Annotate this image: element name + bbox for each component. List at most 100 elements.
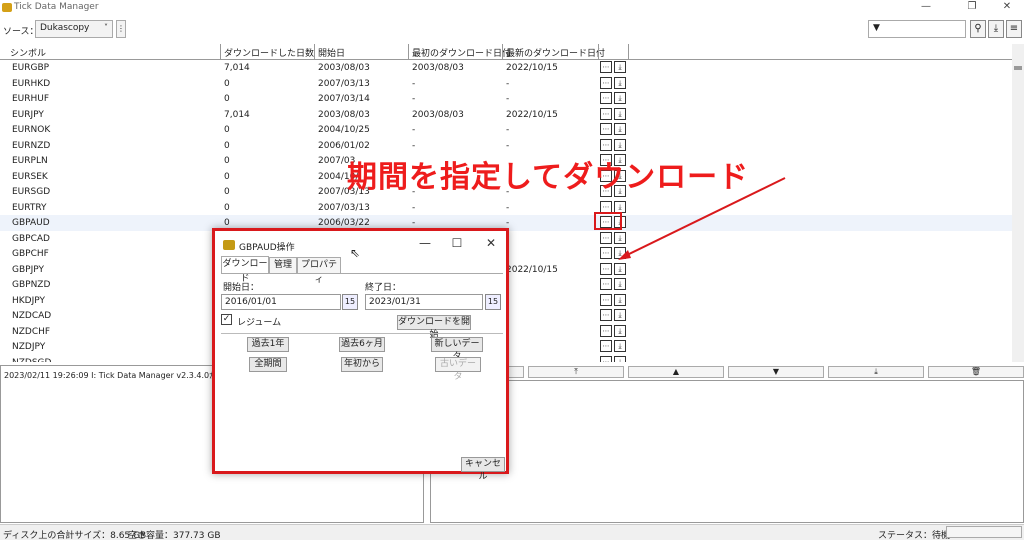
cell-start: 2003/08/03 [318, 109, 370, 120]
source-select[interactable]: Dukascopy ˅ [35, 20, 113, 38]
past-6-months-button[interactable]: 過去6ヶ月 [339, 337, 385, 352]
table-row[interactable]: EURHUF 0 2007/03/14 - - ⋯ ⤓ [0, 91, 1012, 107]
header-symbol[interactable]: シンボル [10, 46, 46, 59]
table-row[interactable]: EURGBP 7,014 2003/08/03 2003/08/03 2022/10/1… [0, 60, 1012, 76]
download-all-icon[interactable]: ⤓ [988, 20, 1004, 38]
cell-latest-dl: 2022/10/15 [506, 109, 558, 120]
dialog-minimize-icon[interactable]: — [415, 236, 435, 250]
cell-symbol: EURSGD [12, 187, 51, 197]
row-options-icon[interactable]: ⋯ [600, 309, 612, 321]
header-start[interactable]: 開始日 [318, 46, 345, 59]
cell-symbol: EURPLN [12, 156, 48, 166]
row-download-icon[interactable]: ⤓ [614, 278, 626, 290]
resume-label: レジューム [237, 318, 282, 328]
row-download-icon[interactable]: ⤓ [614, 92, 626, 104]
row-download-icon[interactable]: ⤓ [614, 293, 626, 306]
row-options-icon[interactable]: ⋯ [600, 61, 612, 73]
table-scrollbar[interactable] [1012, 44, 1024, 362]
gbpaud-dialog: GBPAUD操作 — ☐ ✕ ダウンロード 管理 プロパティ 開始日： 終了日：… [212, 228, 509, 482]
maximize-icon[interactable]: ❐ [958, 0, 986, 14]
cell-start: 2007/03/14 [318, 94, 370, 104]
row-download-icon[interactable]: ⤓ [614, 355, 626, 362]
cell-days: 0 [224, 187, 230, 197]
row-download-icon[interactable]: ⤓ [614, 324, 626, 337]
move-down-icon[interactable]: ▼ [728, 366, 824, 378]
end-calendar-icon[interactable]: 15 [485, 294, 501, 310]
dialog-icon [223, 240, 235, 250]
resume-checkbox[interactable]: ✓ [221, 314, 232, 325]
end-date-label: 終了日： [365, 283, 402, 293]
dialog-close-icon[interactable]: ✕ [481, 236, 501, 250]
search-icon[interactable]: ⚲ [970, 20, 986, 38]
all-period-button[interactable]: 全期間 [249, 357, 287, 372]
row-options-icon[interactable]: ⋯ [600, 278, 612, 290]
cancel-button[interactable]: キャンセル [461, 457, 505, 482]
row-download-icon[interactable]: ⤓ [614, 61, 626, 73]
table-row[interactable]: EURNZD 0 2006/01/02 - - ⋯ ⤓ [0, 138, 1012, 154]
new-data-button[interactable]: 新しいデータ [431, 337, 483, 362]
header-days[interactable]: ダウンロードした日数 [224, 46, 314, 59]
source-label: ソース： [3, 27, 39, 37]
from-year-start-button[interactable]: 年初から [341, 357, 383, 372]
tab-manage[interactable]: 管理 [269, 257, 297, 273]
highlight-box [594, 212, 622, 230]
close-icon[interactable]: ✕ [993, 0, 1021, 14]
queue-panel [430, 380, 1024, 523]
source-more-button[interactable]: ⋮ [116, 20, 126, 38]
row-download-icon[interactable]: ⤓ [614, 340, 626, 352]
row-options-icon[interactable]: ⋯ [600, 355, 612, 362]
cell-symbol: NZDJPY [12, 342, 46, 352]
cell-symbol: NZDSGD [12, 358, 51, 363]
end-date-input[interactable]: 2023/01/31 [365, 294, 483, 310]
row-options-icon[interactable]: ⋯ [600, 76, 612, 89]
row-download-icon[interactable]: ⤓ [614, 309, 626, 321]
row-download-icon[interactable]: ⤓ [614, 123, 626, 135]
start-date-input[interactable]: 2016/01/01 [221, 294, 341, 310]
cell-days: 0 [224, 218, 230, 228]
delete-icon[interactable]: 🗑 [928, 366, 1024, 378]
row-options-icon[interactable]: ⋯ [600, 324, 612, 337]
menu-icon[interactable]: ≡ [1006, 20, 1022, 38]
cell-first-dl: - [412, 202, 416, 213]
table-row[interactable]: EURNOK 0 2004/10/25 - - ⋯ ⤓ [0, 122, 1012, 138]
header-latest-dl[interactable]: 最新のダウンロード日付 [506, 46, 605, 59]
cell-symbol: GBPJPY [12, 264, 44, 275]
row-download-icon[interactable]: ⤓ [614, 107, 626, 120]
row-options-icon[interactable]: ⋯ [600, 293, 612, 306]
past-1-year-button[interactable]: 過去1年 [247, 337, 289, 352]
table-row[interactable]: EURJPY 7,014 2003/08/03 2003/08/03 2022/10/1… [0, 107, 1012, 123]
cell-days: 0 [224, 202, 230, 213]
tab-properties[interactable]: プロパティ [297, 257, 341, 285]
move-bottom-icon[interactable]: ⤓ [828, 366, 924, 378]
row-download-icon[interactable]: ⤓ [614, 76, 626, 89]
cell-start: 2007/03/13 [318, 202, 370, 213]
row-options-icon[interactable]: ⋯ [600, 138, 612, 151]
cell-days: 0 [224, 140, 230, 151]
cell-first-dl: 2003/08/03 [412, 63, 464, 73]
filter-input[interactable]: ▼ [868, 20, 966, 38]
cell-symbol: GBPCAD [12, 233, 50, 244]
row-options-icon[interactable]: ⋯ [600, 92, 612, 104]
disk-total: ディスク上の合計サイズ：8.65 GB [3, 531, 147, 540]
cell-days: 0 [224, 78, 230, 89]
move-top-icon[interactable]: ⤒ [528, 366, 624, 378]
app-icon [2, 3, 12, 12]
move-up-icon[interactable]: ▲ [628, 366, 724, 378]
cell-symbol: EURNOK [12, 125, 51, 135]
start-calendar-icon[interactable]: 15 [342, 294, 358, 310]
header-first-dl[interactable]: 最初のダウンロード日付 [412, 46, 511, 59]
dialog-title: GBPAUD操作 [239, 243, 295, 253]
row-options-icon[interactable]: ⋯ [600, 123, 612, 135]
dialog-maximize-icon[interactable]: ☐ [447, 236, 467, 250]
minimize-icon[interactable]: — [912, 0, 940, 14]
old-data-button[interactable]: 古いデータ [435, 357, 481, 382]
cell-start: 2007/03/13 [318, 78, 370, 89]
table-row[interactable]: EURHKD 0 2007/03/13 - - ⋯ ⤓ [0, 76, 1012, 92]
start-download-button[interactable]: ダウンロードを開始 [397, 315, 471, 340]
cell-latest-dl: - [506, 125, 510, 135]
row-options-icon[interactable]: ⋯ [600, 107, 612, 120]
source-value: Dukascopy [40, 23, 90, 33]
tab-download[interactable]: ダウンロード [221, 256, 269, 284]
row-download-icon[interactable]: ⤓ [614, 138, 626, 151]
row-options-icon[interactable]: ⋯ [600, 340, 612, 352]
